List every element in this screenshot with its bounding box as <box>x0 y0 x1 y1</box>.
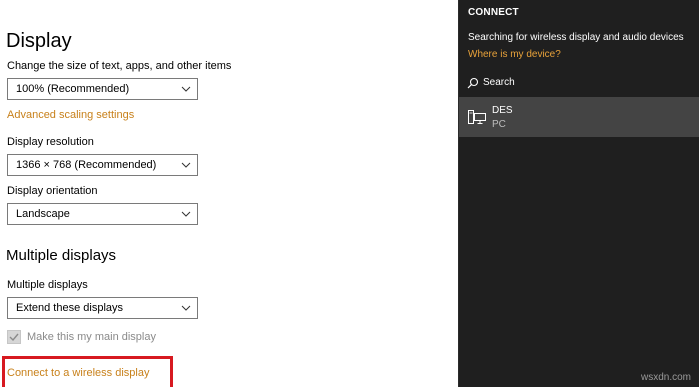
scale-value: 100% (Recommended) <box>16 83 130 95</box>
search-button[interactable]: Search <box>467 76 547 92</box>
advanced-scaling-link[interactable]: Advanced scaling settings <box>7 109 134 121</box>
settings-pane: Display Change the size of text, apps, a… <box>0 0 458 387</box>
search-icon <box>467 77 479 89</box>
multiple-displays-dropdown[interactable]: Extend these displays <box>7 297 198 319</box>
scale-dropdown[interactable]: 100% (Recommended) <box>7 78 198 100</box>
page-title: Display <box>6 30 72 52</box>
device-name: DES <box>492 105 513 116</box>
main-display-label: Make this my main display <box>27 331 156 343</box>
chevron-down-icon <box>181 86 191 92</box>
resolution-label: Display resolution <box>7 136 94 148</box>
orientation-dropdown[interactable]: Landscape <box>7 203 198 225</box>
main-display-checkbox[interactable] <box>7 330 21 344</box>
searching-text: Searching for wireless display and audio… <box>468 32 684 43</box>
multiple-displays-value: Extend these displays <box>16 302 124 314</box>
resolution-dropdown[interactable]: 1366 × 768 (Recommended) <box>7 154 198 176</box>
resolution-value: 1366 × 768 (Recommended) <box>16 159 157 171</box>
orientation-label: Display orientation <box>7 185 98 197</box>
chevron-down-icon <box>181 305 191 311</box>
orientation-value: Landscape <box>16 208 70 220</box>
device-type: PC <box>492 119 506 130</box>
connect-title: CONNECT <box>468 7 519 18</box>
chevron-down-icon <box>181 162 191 168</box>
where-is-my-device-link[interactable]: Where is my device? <box>468 49 561 60</box>
checkmark-icon <box>9 333 19 342</box>
connect-wireless-display-link[interactable]: Connect to a wireless display <box>7 367 149 379</box>
multiple-displays-label: Multiple displays <box>7 279 88 291</box>
connect-panel: CONNECT Searching for wireless display a… <box>458 0 699 387</box>
device-list-item[interactable]: DES PC <box>459 97 699 137</box>
multiple-displays-heading: Multiple displays <box>6 247 117 264</box>
display-device-icon <box>468 110 486 124</box>
scale-label: Change the size of text, apps, and other… <box>7 60 232 72</box>
chevron-down-icon <box>181 211 191 217</box>
watermark: wsxdn.com <box>640 372 691 383</box>
search-label: Search <box>483 77 515 88</box>
